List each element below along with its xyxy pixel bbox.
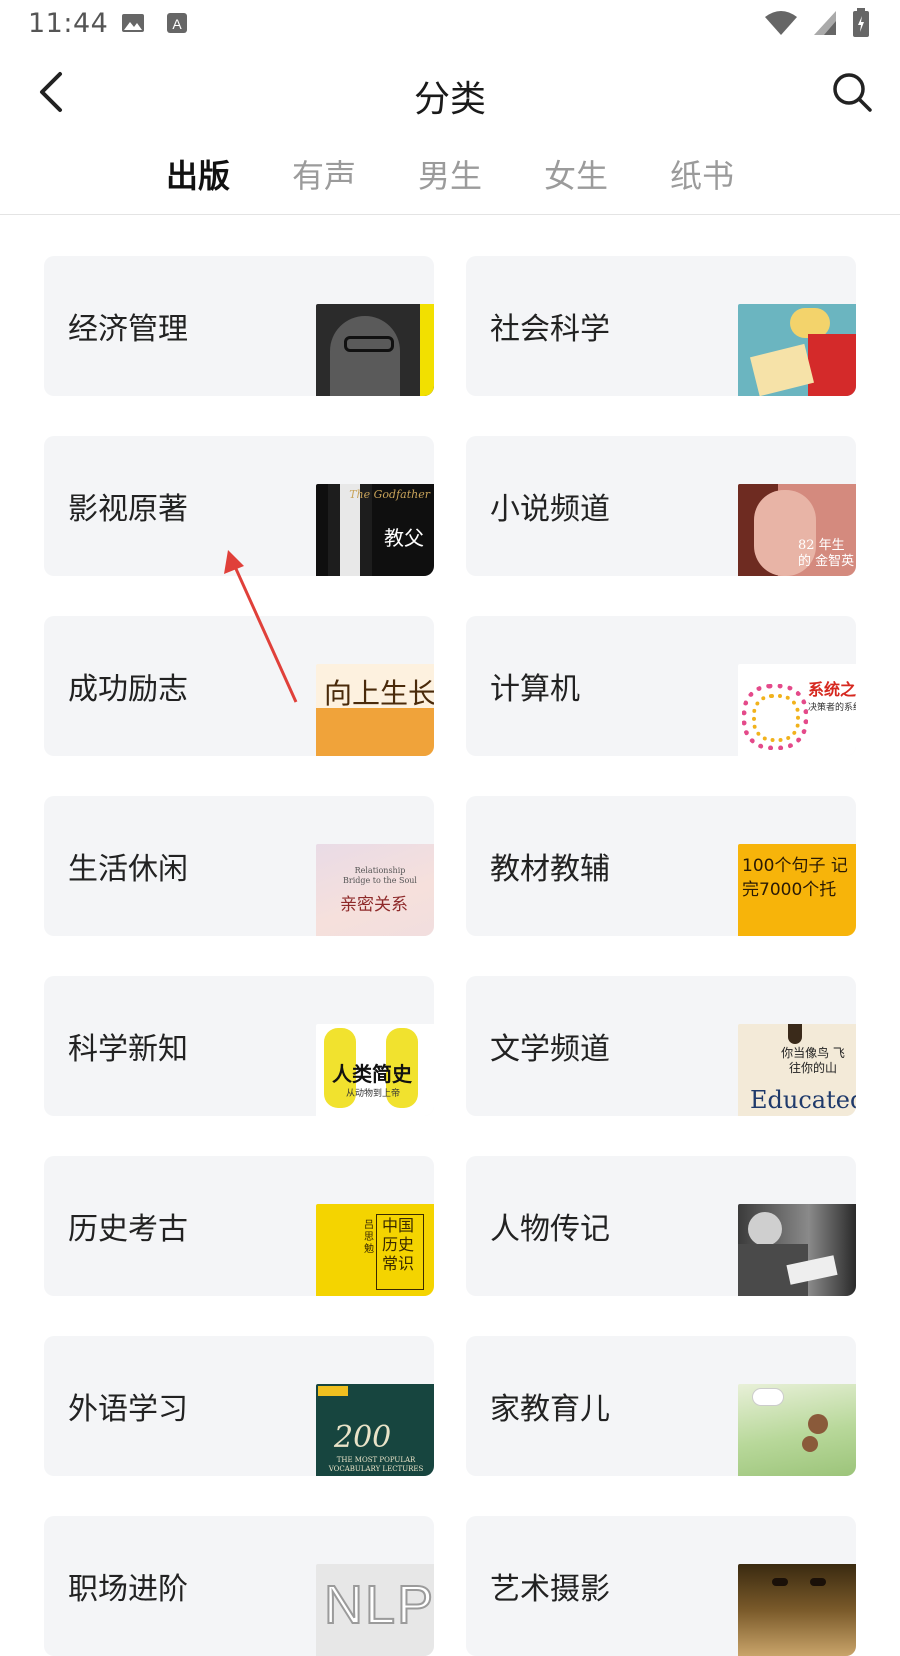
book-cover: 82 年生的 金智英 <box>738 484 856 576</box>
category-card-lifestyle[interactable]: 生活休闲 Relationship Bridge to the Soul 亲密关… <box>44 796 434 936</box>
book-cover <box>738 1204 856 1296</box>
category-card-computer[interactable]: 计算机 系统之美 决策者的系统思考 <box>466 616 856 756</box>
book-cover: 向上生长 <box>316 664 434 756</box>
book-cover: 你当像鸟 飞往你的山 Educated <box>738 1024 856 1116</box>
category-label: 影视原著 <box>68 492 188 527</box>
tab-audio[interactable]: 有声 <box>290 148 358 210</box>
category-card-literature[interactable]: 文学频道 你当像鸟 飞往你的山 Educated <box>466 976 856 1116</box>
book-cover: The Godfather 教父 <box>316 484 434 576</box>
tab-female[interactable]: 女生 <box>542 148 610 210</box>
category-card-career[interactable]: 职场进阶 NLP <box>44 1516 434 1656</box>
font-notification-icon: A <box>164 10 190 40</box>
category-label: 科学新知 <box>68 1032 188 1067</box>
category-label: 人物传记 <box>490 1212 610 1247</box>
category-label: 历史考古 <box>68 1212 188 1247</box>
tab-male[interactable]: 男生 <box>416 148 484 210</box>
category-card-parenting[interactable]: 家教育儿 <box>466 1336 856 1476</box>
tab-publish[interactable]: 出版 <box>164 148 232 210</box>
search-button[interactable] <box>828 68 876 116</box>
header: 分类 <box>0 48 900 138</box>
category-card-biography[interactable]: 人物传记 <box>466 1156 856 1296</box>
tabs-divider <box>0 214 900 215</box>
category-grid: 经济管理 社会科学 影视原著 The Godfather 教父 小说频道 82 … <box>44 256 856 1656</box>
category-card-film-originals[interactable]: 影视原著 The Godfather 教父 <box>44 436 434 576</box>
category-card-textbooks[interactable]: 教材教辅 100个句子 记完7000个托 <box>466 796 856 936</box>
category-label: 经济管理 <box>68 312 188 347</box>
category-card-economics[interactable]: 经济管理 <box>44 256 434 396</box>
book-cover: 中国 历史常识 吕思勉 <box>316 1204 434 1296</box>
category-label: 外语学习 <box>68 1392 188 1427</box>
cell-signal-icon <box>812 9 838 41</box>
category-card-social-science[interactable]: 社会科学 <box>466 256 856 396</box>
category-label: 教材教辅 <box>490 852 610 887</box>
category-tabs: 出版 有声 男生 女生 纸书 <box>0 148 900 210</box>
category-label: 艺术摄影 <box>490 1572 610 1607</box>
book-cover <box>738 1564 856 1656</box>
category-card-art-photography[interactable]: 艺术摄影 <box>466 1516 856 1656</box>
category-card-fiction[interactable]: 小说频道 82 年生的 金智英 <box>466 436 856 576</box>
book-cover: Relationship Bridge to the Soul 亲密关系 <box>316 844 434 936</box>
book-cover: 系统之美 决策者的系统思考 <box>738 664 856 756</box>
book-cover: 人类简史 从动物到上帝 <box>316 1024 434 1116</box>
book-cover: NLP <box>316 1564 434 1656</box>
category-card-history[interactable]: 历史考古 中国 历史常识 吕思勉 <box>44 1156 434 1296</box>
category-label: 成功励志 <box>68 672 188 707</box>
category-label: 生活休闲 <box>68 852 188 887</box>
category-card-science[interactable]: 科学新知 人类简史 从动物到上帝 <box>44 976 434 1116</box>
category-label: 计算机 <box>490 672 580 707</box>
category-label: 文学频道 <box>490 1032 610 1067</box>
image-notification-icon <box>120 10 146 40</box>
category-label: 社会科学 <box>490 312 610 347</box>
category-label: 家教育儿 <box>490 1392 610 1427</box>
category-label: 职场进阶 <box>68 1572 188 1607</box>
wifi-icon <box>764 9 798 41</box>
book-cover <box>738 1384 856 1476</box>
page-title: 分类 <box>413 79 486 120</box>
tab-paper-book[interactable]: 纸书 <box>668 148 736 210</box>
book-cover <box>738 304 856 396</box>
book-cover: 100个句子 记完7000个托 <box>738 844 856 936</box>
category-card-success[interactable]: 成功励志 向上生长 <box>44 616 434 756</box>
battery-icon <box>852 8 870 42</box>
book-cover <box>316 304 434 396</box>
status-bar: 11:44 A <box>0 0 900 48</box>
category-label: 小说频道 <box>490 492 610 527</box>
category-card-foreign-languages[interactable]: 外语学习 200 THE MOST POPULAR VOCABULARY LEC… <box>44 1336 434 1476</box>
book-cover: 200 THE MOST POPULAR VOCABULARY LECTURES <box>316 1384 434 1476</box>
svg-text:A: A <box>172 16 182 32</box>
search-icon <box>833 73 872 112</box>
status-time: 11:44 <box>28 8 109 39</box>
